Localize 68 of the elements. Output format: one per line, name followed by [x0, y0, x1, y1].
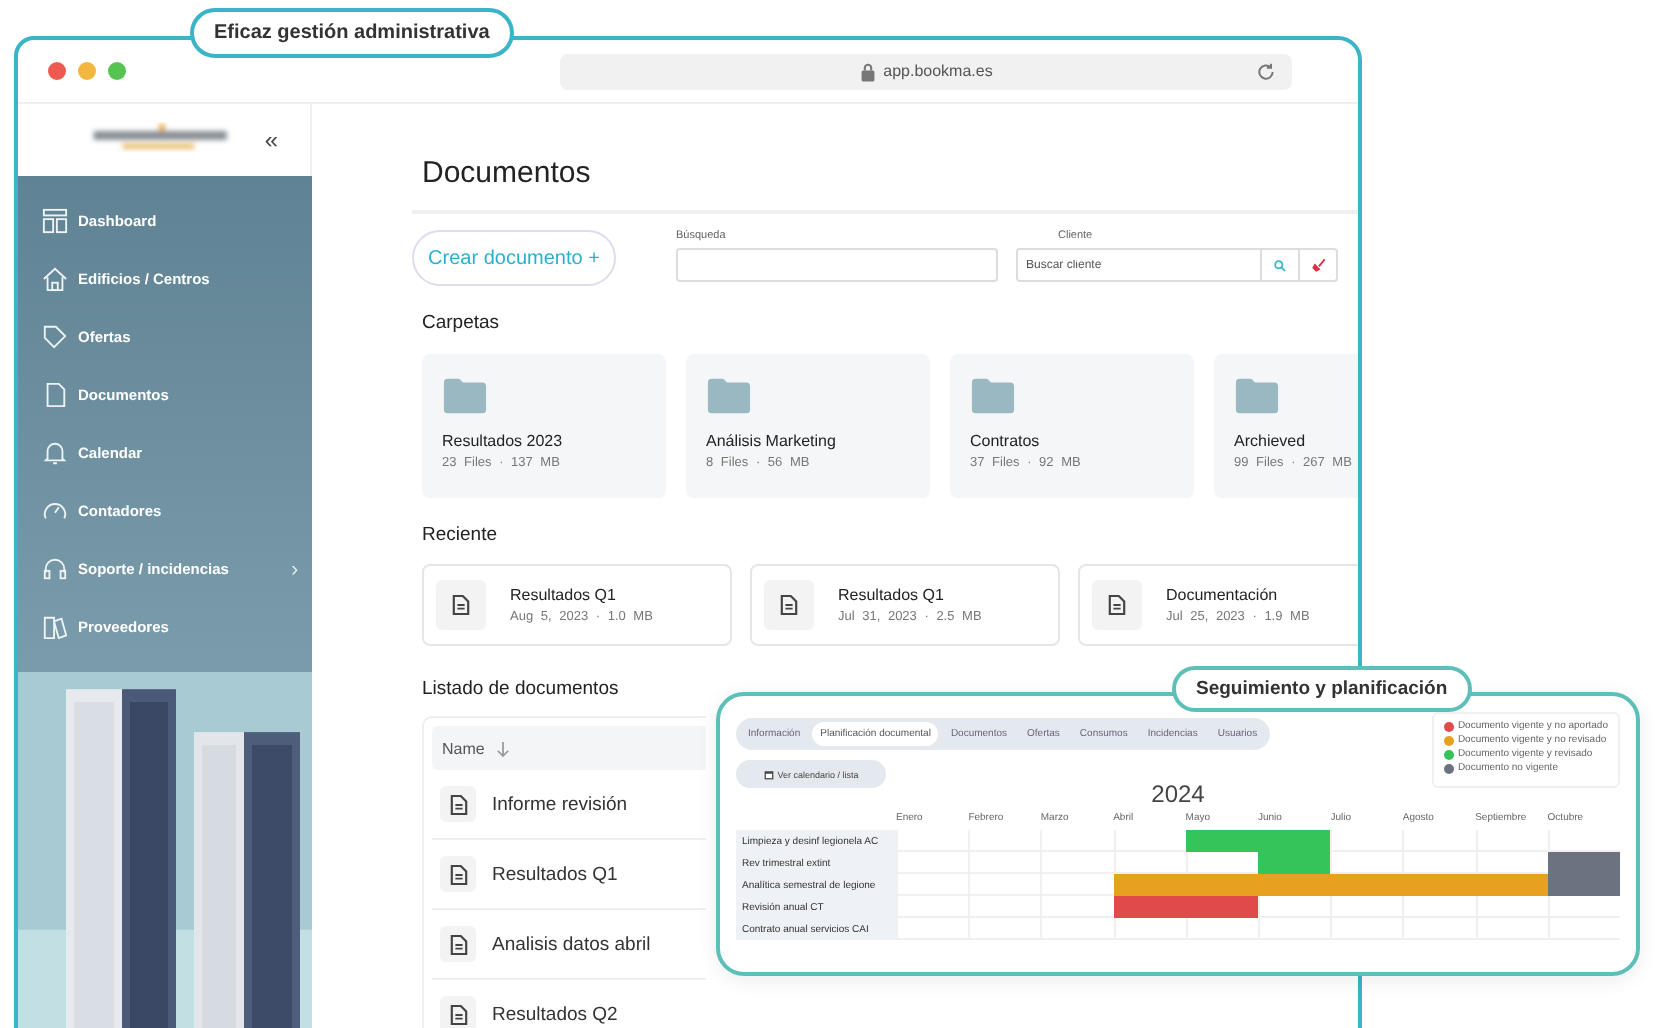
year-title: 2024 [1149, 780, 1207, 808]
grid-cell [1040, 918, 1114, 940]
file-name: Resultados Q1 [838, 586, 944, 604]
grid-cell [1547, 896, 1620, 918]
tag-icon [42, 324, 68, 350]
page-title: Documentos [422, 156, 591, 190]
grid-cell [1040, 896, 1114, 918]
reload-icon[interactable] [1256, 61, 1276, 81]
search-icon [1274, 259, 1286, 271]
folder-name: Análisis Marketing [706, 432, 836, 450]
folder-icon [442, 376, 488, 416]
close-icon[interactable] [48, 62, 66, 80]
gauge-icon [42, 498, 68, 524]
collapse-button[interactable]: « [264, 126, 278, 154]
document-name: Analisis datos abril [492, 933, 651, 955]
search-button[interactable] [1262, 248, 1300, 282]
headset-icon [42, 556, 68, 582]
minimize-icon[interactable] [78, 62, 96, 80]
clear-filter-button[interactable] [1300, 248, 1338, 282]
grid-cell [1330, 896, 1403, 918]
file-name: Documentación [1166, 586, 1278, 604]
maximize-icon[interactable] [108, 62, 126, 80]
column-header[interactable]: Name [442, 739, 485, 757]
table-row[interactable]: Analisis datos abril [432, 910, 706, 980]
grid-cell [1330, 830, 1403, 852]
lock-icon [859, 61, 876, 81]
grid-cell [1402, 896, 1476, 918]
folder-icon [706, 376, 752, 416]
section-title: Carpetas [422, 312, 500, 334]
grid-cell [1258, 896, 1331, 918]
document-icon [42, 382, 68, 408]
folder-name: Contratos [970, 432, 1040, 450]
folder-icon [970, 376, 1016, 416]
sort-arrow-icon[interactable] [496, 739, 511, 757]
folder-name: Resultados 2023 [442, 432, 563, 450]
document-icon [436, 580, 486, 630]
section-title: Listado de documentos [422, 678, 619, 700]
grid-cell [1258, 918, 1331, 940]
layout-icon [42, 208, 68, 234]
grid-cell [1185, 918, 1258, 940]
search-field[interactable] [676, 248, 998, 282]
home-icon [42, 266, 68, 292]
document-icon [1092, 580, 1142, 630]
calendar-icon [763, 769, 774, 779]
file-name: Resultados Q1 [510, 586, 616, 604]
folder-icon [1234, 376, 1280, 416]
section-title: Reciente [422, 524, 497, 546]
table-row[interactable]: Resultados Q2 [432, 980, 706, 1028]
feature-badge: Eficaz gestión administrativa [190, 8, 514, 58]
address-bar[interactable]: app.bookma.es [560, 53, 1292, 89]
document-icon [440, 926, 476, 962]
grid-cell [1040, 852, 1114, 874]
document-icon [440, 786, 476, 822]
bell-icon [42, 440, 68, 466]
document-name: Resultados Q1 [492, 863, 618, 885]
table-row[interactable]: Informe revisión [432, 770, 706, 840]
folder-name: Archieved [1234, 432, 1306, 450]
document-name: Informe revisión [492, 793, 628, 815]
grid-cell [1113, 918, 1186, 940]
document-icon [764, 580, 814, 630]
document-icon [440, 856, 476, 892]
table-row[interactable]: Resultados Q1 [432, 840, 706, 910]
grid-cell [1475, 830, 1548, 852]
grid-cell [1475, 896, 1548, 918]
feature-badge: Seguimiento y planificación [1172, 666, 1472, 712]
book-icon [42, 614, 68, 640]
document-name: Resultados Q2 [492, 1003, 618, 1025]
brush-icon [1311, 258, 1325, 272]
